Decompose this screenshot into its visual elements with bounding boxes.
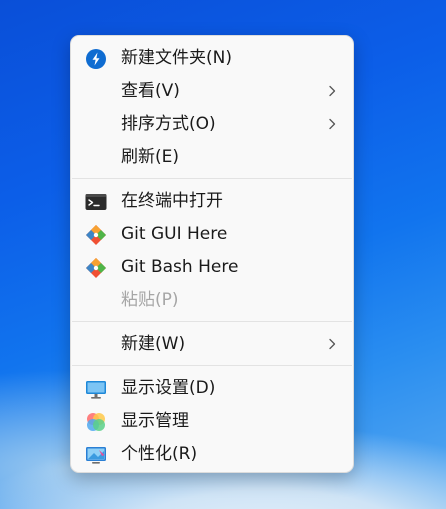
menu-item-label: 显示管理 xyxy=(121,411,189,431)
monitor-icon xyxy=(85,378,107,400)
menu-item-paste: 粘贴(P) xyxy=(75,284,349,317)
menu-item-label: 新建文件夹(N) xyxy=(121,48,232,68)
menu-item-new-folder[interactable]: 新建文件夹(N) xyxy=(75,42,349,75)
menu-item-label: 在终端中打开 xyxy=(121,191,223,211)
color-rings-icon xyxy=(85,411,107,433)
chevron-right-icon xyxy=(325,337,339,351)
git-icon xyxy=(85,224,107,246)
menu-item-display-manager[interactable]: 显示管理 xyxy=(75,405,349,438)
menu-item-label: 个性化(R) xyxy=(121,444,198,464)
menu-item-sort-by[interactable]: 排序方式(O) xyxy=(75,108,349,141)
menu-item-new[interactable]: 新建(W) xyxy=(75,328,349,361)
menu-item-label: Git Bash Here xyxy=(121,257,239,277)
terminal-icon xyxy=(85,191,107,213)
menu-item-view[interactable]: 查看(V) xyxy=(75,75,349,108)
personalize-icon xyxy=(85,444,107,466)
menu-item-refresh[interactable]: 刷新(E) xyxy=(75,141,349,174)
menu-item-git-gui-here[interactable]: Git GUI Here xyxy=(75,218,349,251)
menu-item-git-bash-here[interactable]: Git Bash Here xyxy=(75,251,349,284)
menu-item-label: 显示设置(D) xyxy=(121,378,216,398)
menu-item-label: 查看(V) xyxy=(121,81,180,101)
menu-item-label: 排序方式(O) xyxy=(121,114,216,134)
desktop-context-menu: 新建文件夹(N) 查看(V) 排序方式(O) 刷新(E) 在终端中打开 Git … xyxy=(70,35,354,473)
menu-item-open-in-terminal[interactable]: 在终端中打开 xyxy=(75,185,349,218)
menu-item-label: 粘贴(P) xyxy=(121,290,179,310)
menu-separator xyxy=(72,321,352,322)
menu-separator xyxy=(72,178,352,179)
menu-item-label: Git GUI Here xyxy=(121,224,228,244)
new-folder-icon xyxy=(85,48,107,70)
menu-item-personalize[interactable]: 个性化(R) xyxy=(75,438,349,471)
git-icon xyxy=(85,257,107,279)
menu-item-label: 刷新(E) xyxy=(121,147,180,167)
menu-item-display-settings[interactable]: 显示设置(D) xyxy=(75,372,349,405)
chevron-right-icon xyxy=(325,84,339,98)
menu-item-label: 新建(W) xyxy=(121,334,186,354)
menu-separator xyxy=(72,365,352,366)
chevron-right-icon xyxy=(325,117,339,131)
